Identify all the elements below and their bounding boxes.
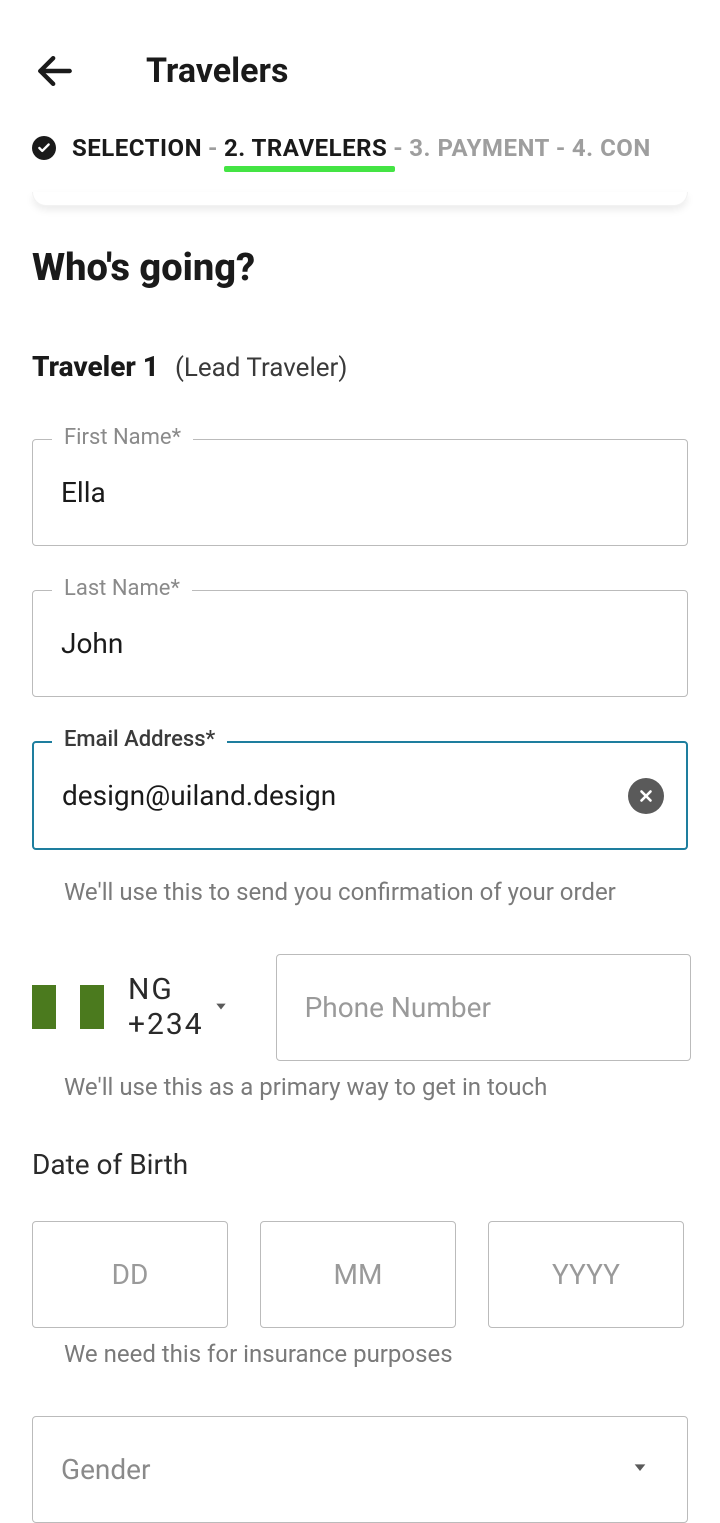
gender-placeholder: Gender xyxy=(61,1453,151,1486)
step-separator: - xyxy=(556,134,566,162)
phone-input[interactable] xyxy=(276,954,691,1061)
phone-helper: We'll use this as a primary way to get i… xyxy=(32,1071,688,1105)
step-selection: SELECTION xyxy=(72,134,202,162)
step-travelers: 2. TRAVELERS xyxy=(224,134,387,162)
traveler-lead-label: (Lead Traveler) xyxy=(175,353,347,383)
check-icon xyxy=(32,136,56,160)
email-helper: We'll use this to send you confirmation … xyxy=(32,876,688,910)
step-separator: - xyxy=(393,134,403,162)
first-name-input[interactable] xyxy=(32,439,688,546)
dob-helper: We need this for insurance purposes xyxy=(32,1338,688,1372)
step-underline xyxy=(224,166,395,172)
first-name-field: First Name* xyxy=(32,439,688,546)
chevron-down-icon xyxy=(214,998,228,1017)
step-payment: 3. PAYMENT xyxy=(409,134,550,162)
back-button[interactable] xyxy=(32,48,78,94)
traveler-header: Traveler 1 (Lead Traveler) xyxy=(32,350,688,383)
step-confirmation: 4. CON xyxy=(572,134,651,162)
email-label: Email Address* xyxy=(52,727,227,752)
step-separator: - xyxy=(208,134,218,162)
country-code-label: NG +234 xyxy=(128,972,204,1042)
summary-card-bottom xyxy=(32,192,688,206)
last-name-field: Last Name* xyxy=(32,590,688,697)
last-name-input[interactable] xyxy=(32,590,688,697)
page-title: Travelers xyxy=(146,51,288,91)
checkout-stepper: SELECTION - 2. TRAVELERS - 3. PAYMENT - … xyxy=(0,126,720,174)
email-field: Email Address* xyxy=(32,741,688,850)
last-name-label: Last Name* xyxy=(52,576,192,601)
traveler-number: Traveler 1 xyxy=(32,350,159,383)
dob-year-input[interactable] xyxy=(488,1221,684,1328)
clear-email-button[interactable] xyxy=(628,778,664,814)
country-code-picker[interactable]: NG +234 xyxy=(32,972,228,1042)
dob-day-input[interactable] xyxy=(32,1221,228,1328)
arrow-left-icon xyxy=(33,49,77,93)
dob-label: Date of Birth xyxy=(32,1148,688,1181)
first-name-label: First Name* xyxy=(52,425,193,450)
email-input[interactable] xyxy=(32,741,688,850)
dob-month-input[interactable] xyxy=(260,1221,456,1328)
chevron-down-icon xyxy=(632,1459,648,1479)
flag-icon xyxy=(32,985,104,1029)
section-title: Who's going? xyxy=(32,246,688,290)
close-icon xyxy=(637,787,655,805)
